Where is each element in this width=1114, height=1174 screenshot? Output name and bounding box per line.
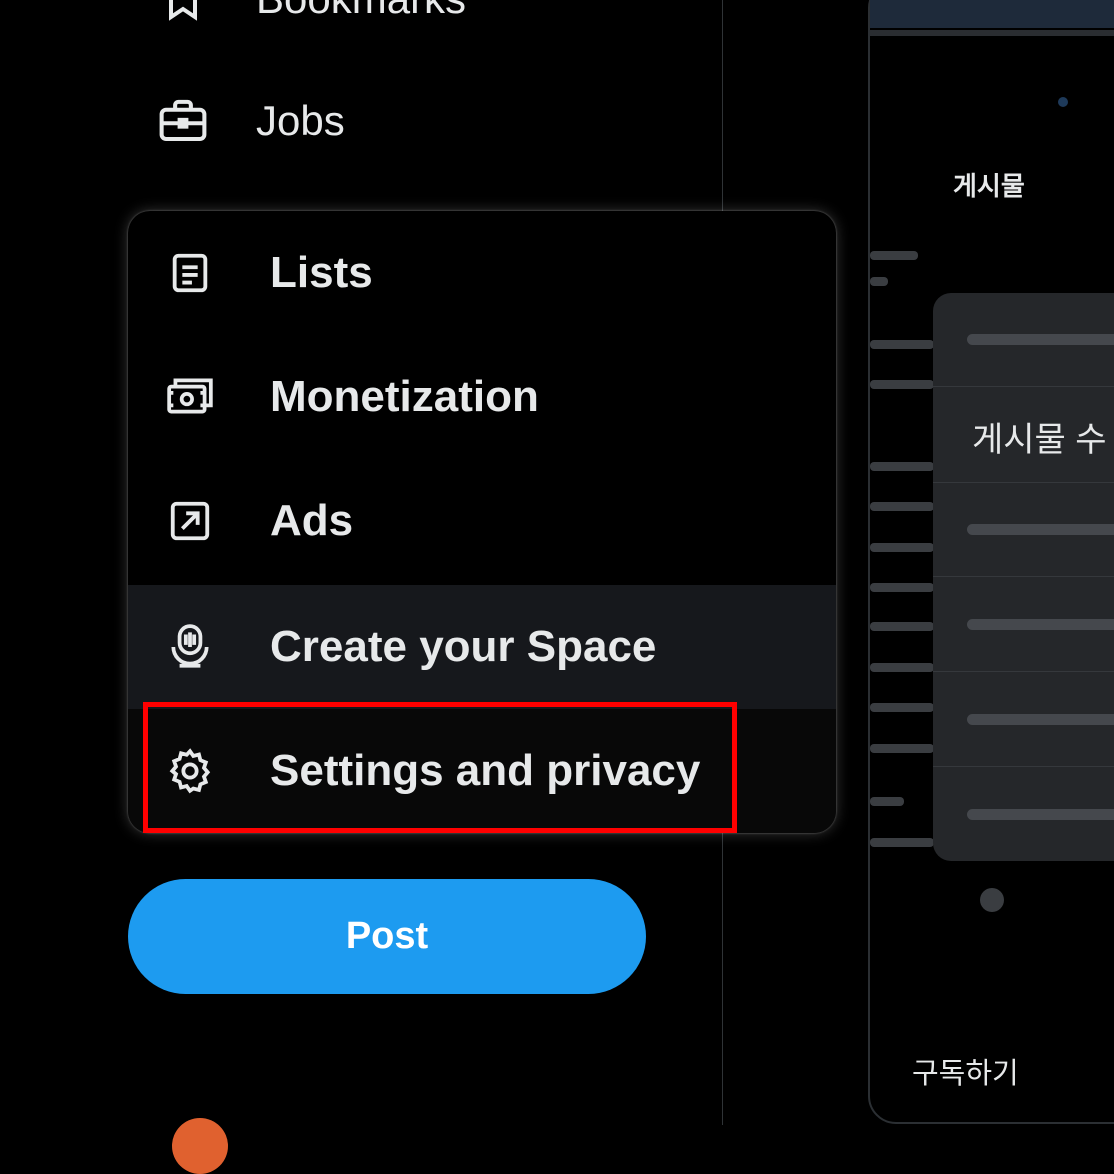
card-divider [933, 386, 1114, 387]
placeholder-bar [967, 334, 1114, 345]
menu-item-label: Settings and privacy [270, 746, 701, 795]
placeholder-line [870, 251, 918, 260]
placeholder-bar [967, 524, 1114, 535]
placeholder-line [870, 744, 934, 753]
money-icon [162, 369, 218, 425]
preview-dropdown-card [933, 293, 1114, 861]
menu-item-label: Ads [270, 496, 354, 545]
placeholder-line [870, 502, 934, 511]
placeholder-line [870, 583, 934, 592]
menu-item-label: Create your Space [270, 622, 657, 671]
menu-item-settings-privacy[interactable]: Settings and privacy [128, 709, 836, 833]
placeholder-bar [967, 619, 1114, 630]
card-divider [933, 482, 1114, 483]
card-divider [933, 671, 1114, 672]
preview-header-divider [870, 30, 1114, 36]
more-menu-popup: Lists Monetization Ads Create your Space… [128, 211, 836, 833]
menu-item-create-space[interactable]: Create your Space [128, 585, 836, 709]
menu-item-label: Monetization [270, 372, 539, 421]
menu-item-monetization[interactable]: Monetization [128, 335, 836, 459]
menu-item-ads[interactable]: Ads [128, 459, 836, 583]
placeholder-line [870, 797, 904, 806]
menu-item-lists[interactable]: Lists [128, 211, 836, 335]
bookmark-icon [150, 0, 216, 32]
placeholder-line [870, 340, 934, 349]
subscribe-button[interactable]: 구독하기 [912, 1050, 1019, 1092]
placeholder-bar [967, 809, 1114, 820]
gear-icon [162, 743, 218, 799]
nav-item-label: Jobs [256, 97, 345, 144]
placeholder-line [870, 543, 934, 552]
placeholder-line [870, 663, 934, 672]
placeholder-line [870, 380, 934, 389]
nav-item-label: Bookmarks [256, 0, 466, 23]
placeholder-line [870, 838, 934, 847]
placeholder-line [870, 277, 888, 286]
placeholder-line [870, 703, 934, 712]
ads-icon [162, 493, 218, 549]
preview-header-image [870, 0, 1114, 28]
briefcase-icon [150, 88, 216, 154]
card-divider [933, 766, 1114, 767]
placeholder-line [870, 462, 934, 471]
card-divider [933, 576, 1114, 577]
placeholder-line [870, 622, 934, 631]
post-button[interactable]: Post [128, 879, 646, 994]
preview-card-text: 게시물 수 [972, 421, 1107, 459]
list-icon [162, 245, 218, 301]
menu-item-label: Lists [270, 248, 373, 297]
nav-item-jobs[interactable]: Jobs [150, 88, 345, 154]
placeholder-bar [967, 714, 1114, 725]
tab-posts[interactable]: 게시물 [953, 166, 1025, 203]
spaces-mic-icon [162, 619, 218, 675]
preview-dot [1058, 97, 1068, 107]
pager-dot [980, 888, 1004, 912]
avatar[interactable] [172, 1118, 228, 1174]
nav-item-bookmarks[interactable]: Bookmarks [150, 0, 466, 32]
